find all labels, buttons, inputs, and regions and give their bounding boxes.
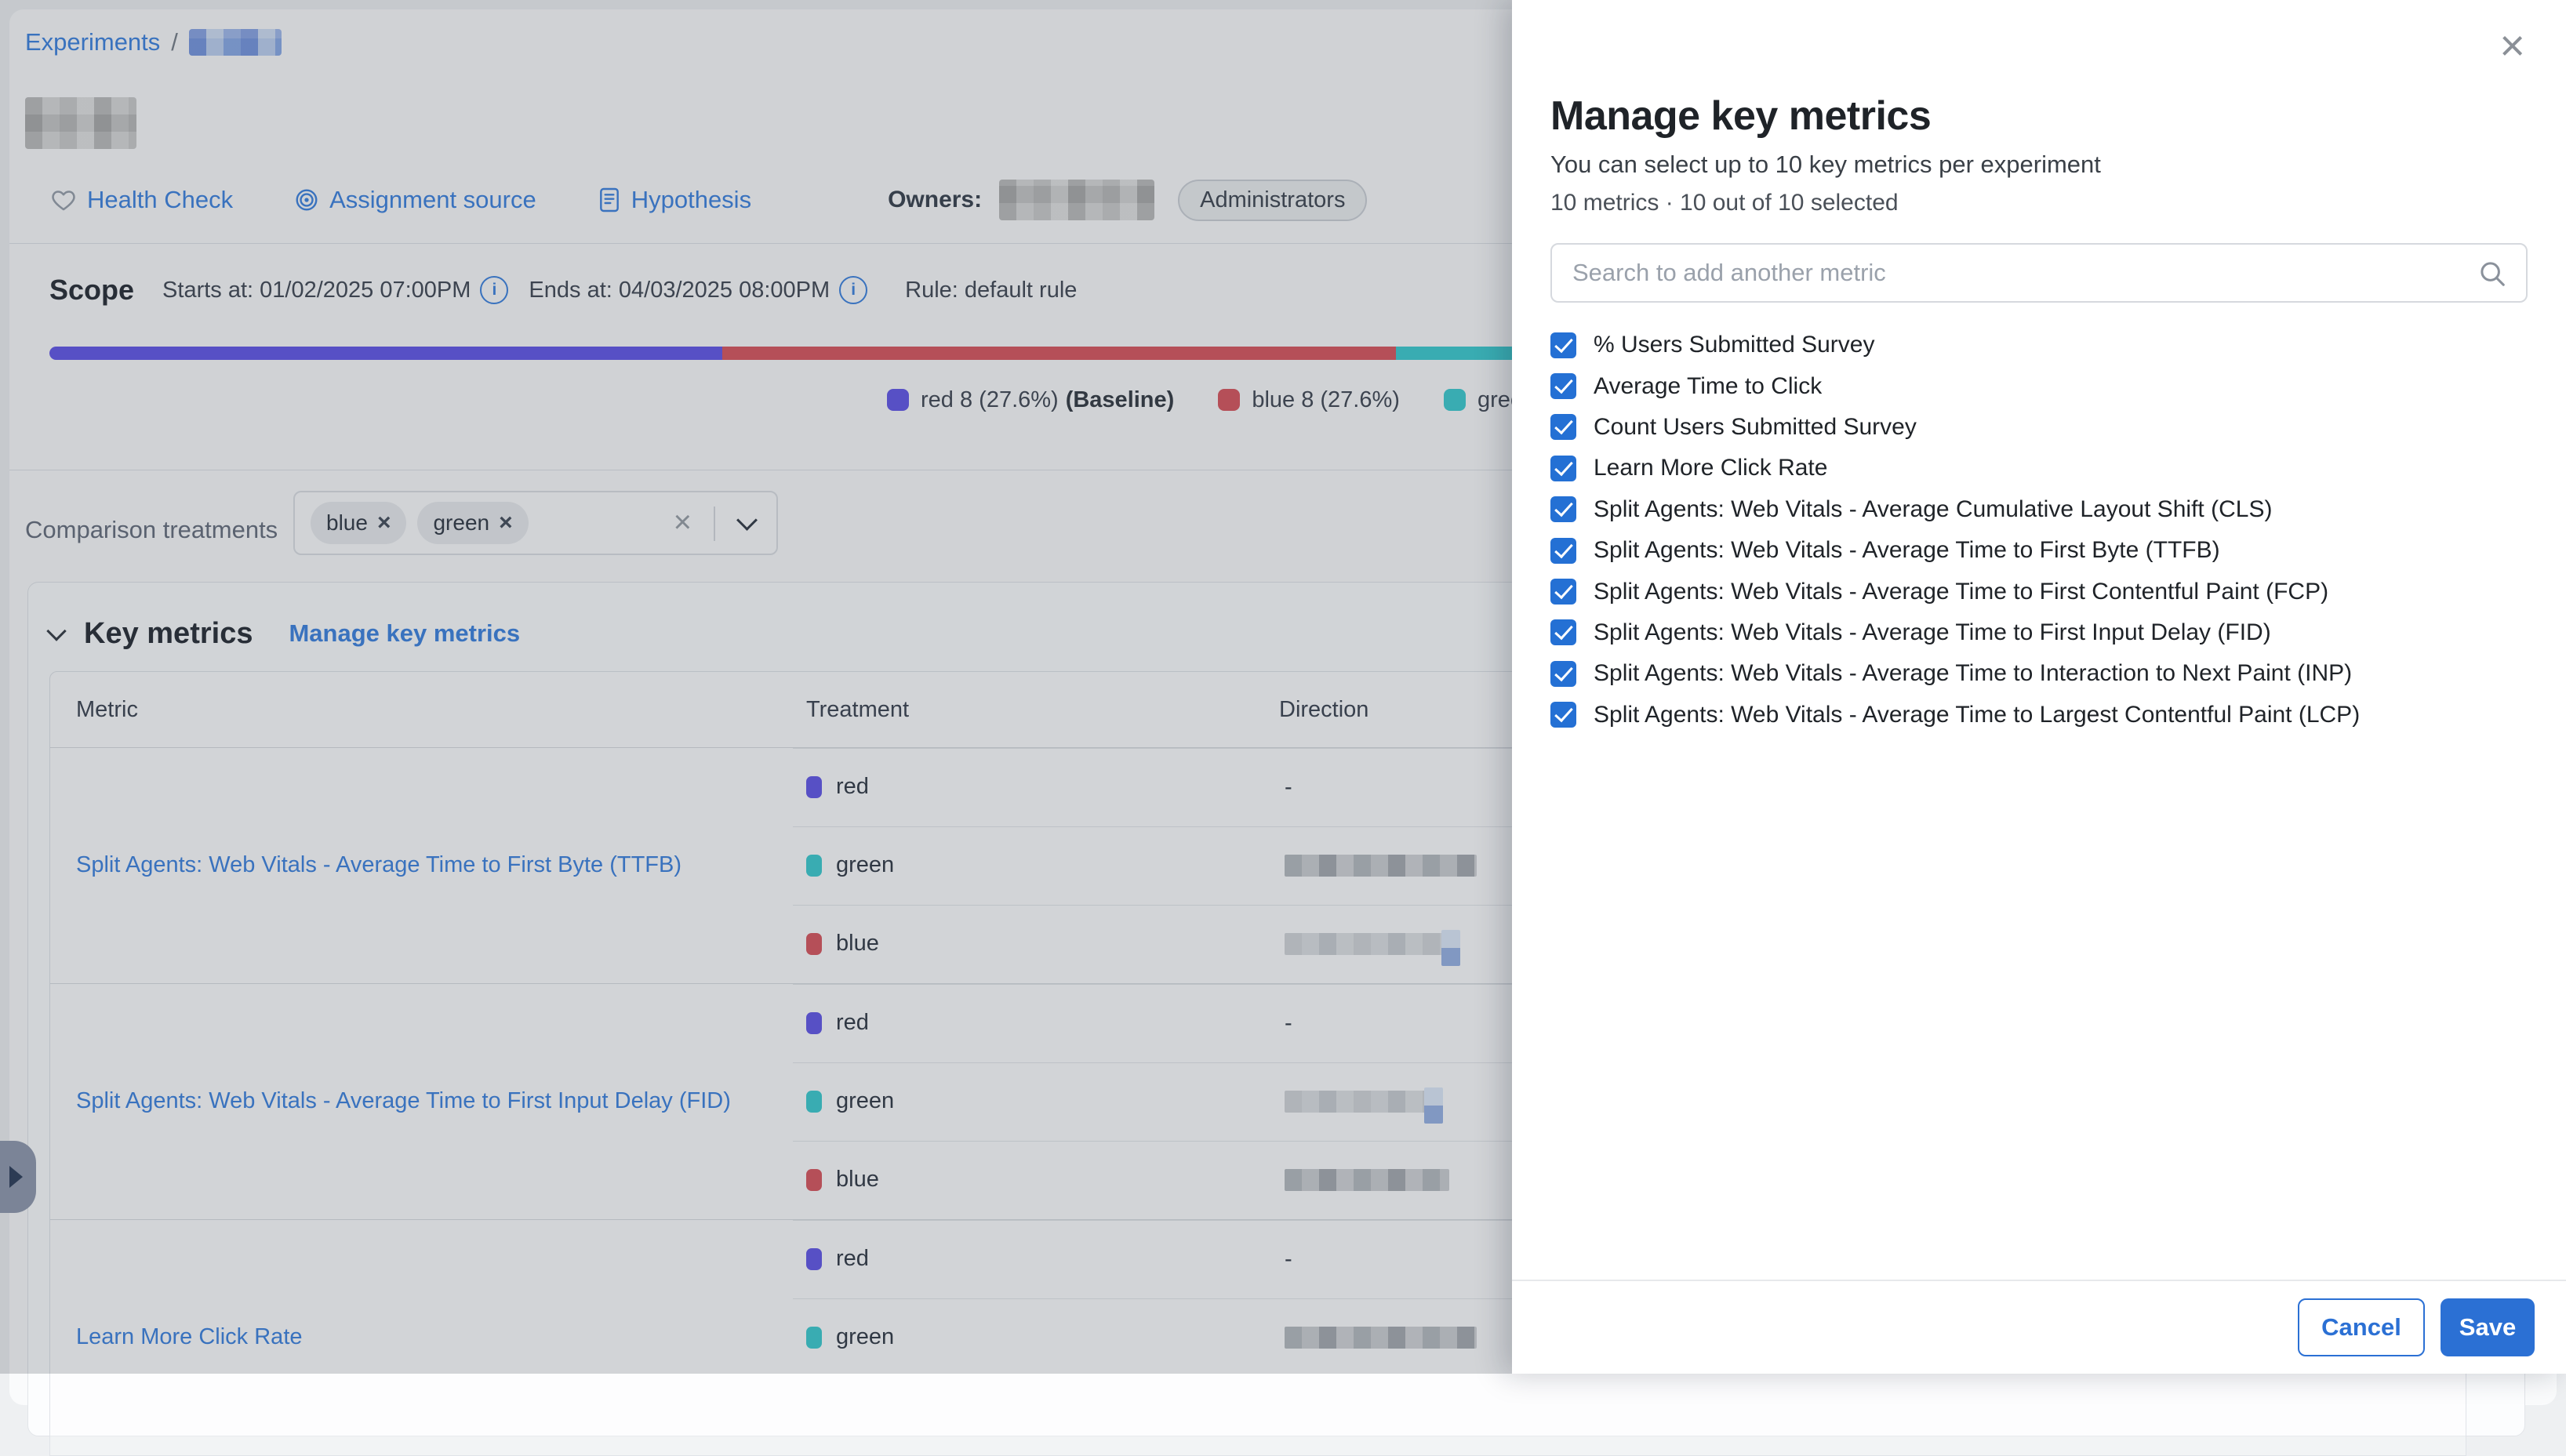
checkbox-checked-icon[interactable] xyxy=(1550,414,1576,440)
metric-checkbox-label: Split Agents: Web Vitals - Average Time … xyxy=(1594,537,2220,564)
checkbox-checked-icon[interactable] xyxy=(1550,373,1576,399)
metric-checkbox-item[interactable]: % Users Submitted Survey xyxy=(1550,325,2535,365)
metric-checkbox-item[interactable]: Split Agents: Web Vitals - Average Time … xyxy=(1550,612,2535,653)
metric-checkbox-label: Average Time to Click xyxy=(1594,373,1822,400)
metric-search xyxy=(1550,243,2528,303)
checkbox-checked-icon[interactable] xyxy=(1550,456,1576,481)
modal-subtitle: You can select up to 10 key metrics per … xyxy=(1550,151,2101,179)
checkbox-checked-icon[interactable] xyxy=(1550,496,1576,522)
metric-checkbox-list: % Users Submitted Survey Average Time to… xyxy=(1550,325,2535,735)
checkbox-checked-icon[interactable] xyxy=(1550,619,1576,645)
checkbox-checked-icon[interactable] xyxy=(1550,702,1576,728)
metrics-count-status: 10 metrics · 10 out of 10 selected xyxy=(1550,190,1899,216)
metric-checkbox-label: Split Agents: Web Vitals - Average Cumul… xyxy=(1594,496,2272,523)
metric-checkbox-item[interactable]: Average Time to Click xyxy=(1550,365,2535,406)
metric-checkbox-label: Split Agents: Web Vitals - Average Time … xyxy=(1594,579,2328,605)
checkbox-checked-icon[interactable] xyxy=(1550,661,1576,687)
metric-checkbox-label: Count Users Submitted Survey xyxy=(1594,414,1917,441)
modal-title: Manage key metrics xyxy=(1550,93,1931,140)
metric-checkbox-item[interactable]: Split Agents: Web Vitals - Average Time … xyxy=(1550,695,2535,735)
search-icon xyxy=(2477,259,2507,289)
metric-checkbox-label: Split Agents: Web Vitals - Average Time … xyxy=(1594,702,2360,728)
metric-checkbox-item[interactable]: Learn More Click Rate xyxy=(1550,448,2535,488)
metric-checkbox-item[interactable]: Split Agents: Web Vitals - Average Cumul… xyxy=(1550,489,2535,530)
checkbox-checked-icon[interactable] xyxy=(1550,332,1576,358)
metric-checkbox-item[interactable]: Split Agents: Web Vitals - Average Time … xyxy=(1550,653,2535,694)
manage-key-metrics-modal: × Manage key metrics You can select up t… xyxy=(1512,0,2566,1374)
metric-checkbox-label: % Users Submitted Survey xyxy=(1594,332,1874,358)
metric-checkbox-item[interactable]: Count Users Submitted Survey xyxy=(1550,407,2535,448)
modal-footer: Cancel Save xyxy=(1512,1280,2566,1374)
metric-checkbox-item[interactable]: Split Agents: Web Vitals - Average Time … xyxy=(1550,530,2535,571)
save-button[interactable]: Save xyxy=(2441,1298,2535,1356)
metric-checkbox-label: Split Agents: Web Vitals - Average Time … xyxy=(1594,619,2271,646)
metric-checkbox-item[interactable]: Split Agents: Web Vitals - Average Time … xyxy=(1550,571,2535,612)
cancel-button[interactable]: Cancel xyxy=(2298,1298,2425,1356)
checkbox-checked-icon[interactable] xyxy=(1550,579,1576,605)
metric-checkbox-label: Learn More Click Rate xyxy=(1594,455,1827,481)
checkbox-checked-icon[interactable] xyxy=(1550,538,1576,564)
metric-search-input[interactable] xyxy=(1552,245,2526,301)
metric-checkbox-label: Split Agents: Web Vitals - Average Time … xyxy=(1594,660,2352,687)
close-icon[interactable]: × xyxy=(2499,28,2525,64)
